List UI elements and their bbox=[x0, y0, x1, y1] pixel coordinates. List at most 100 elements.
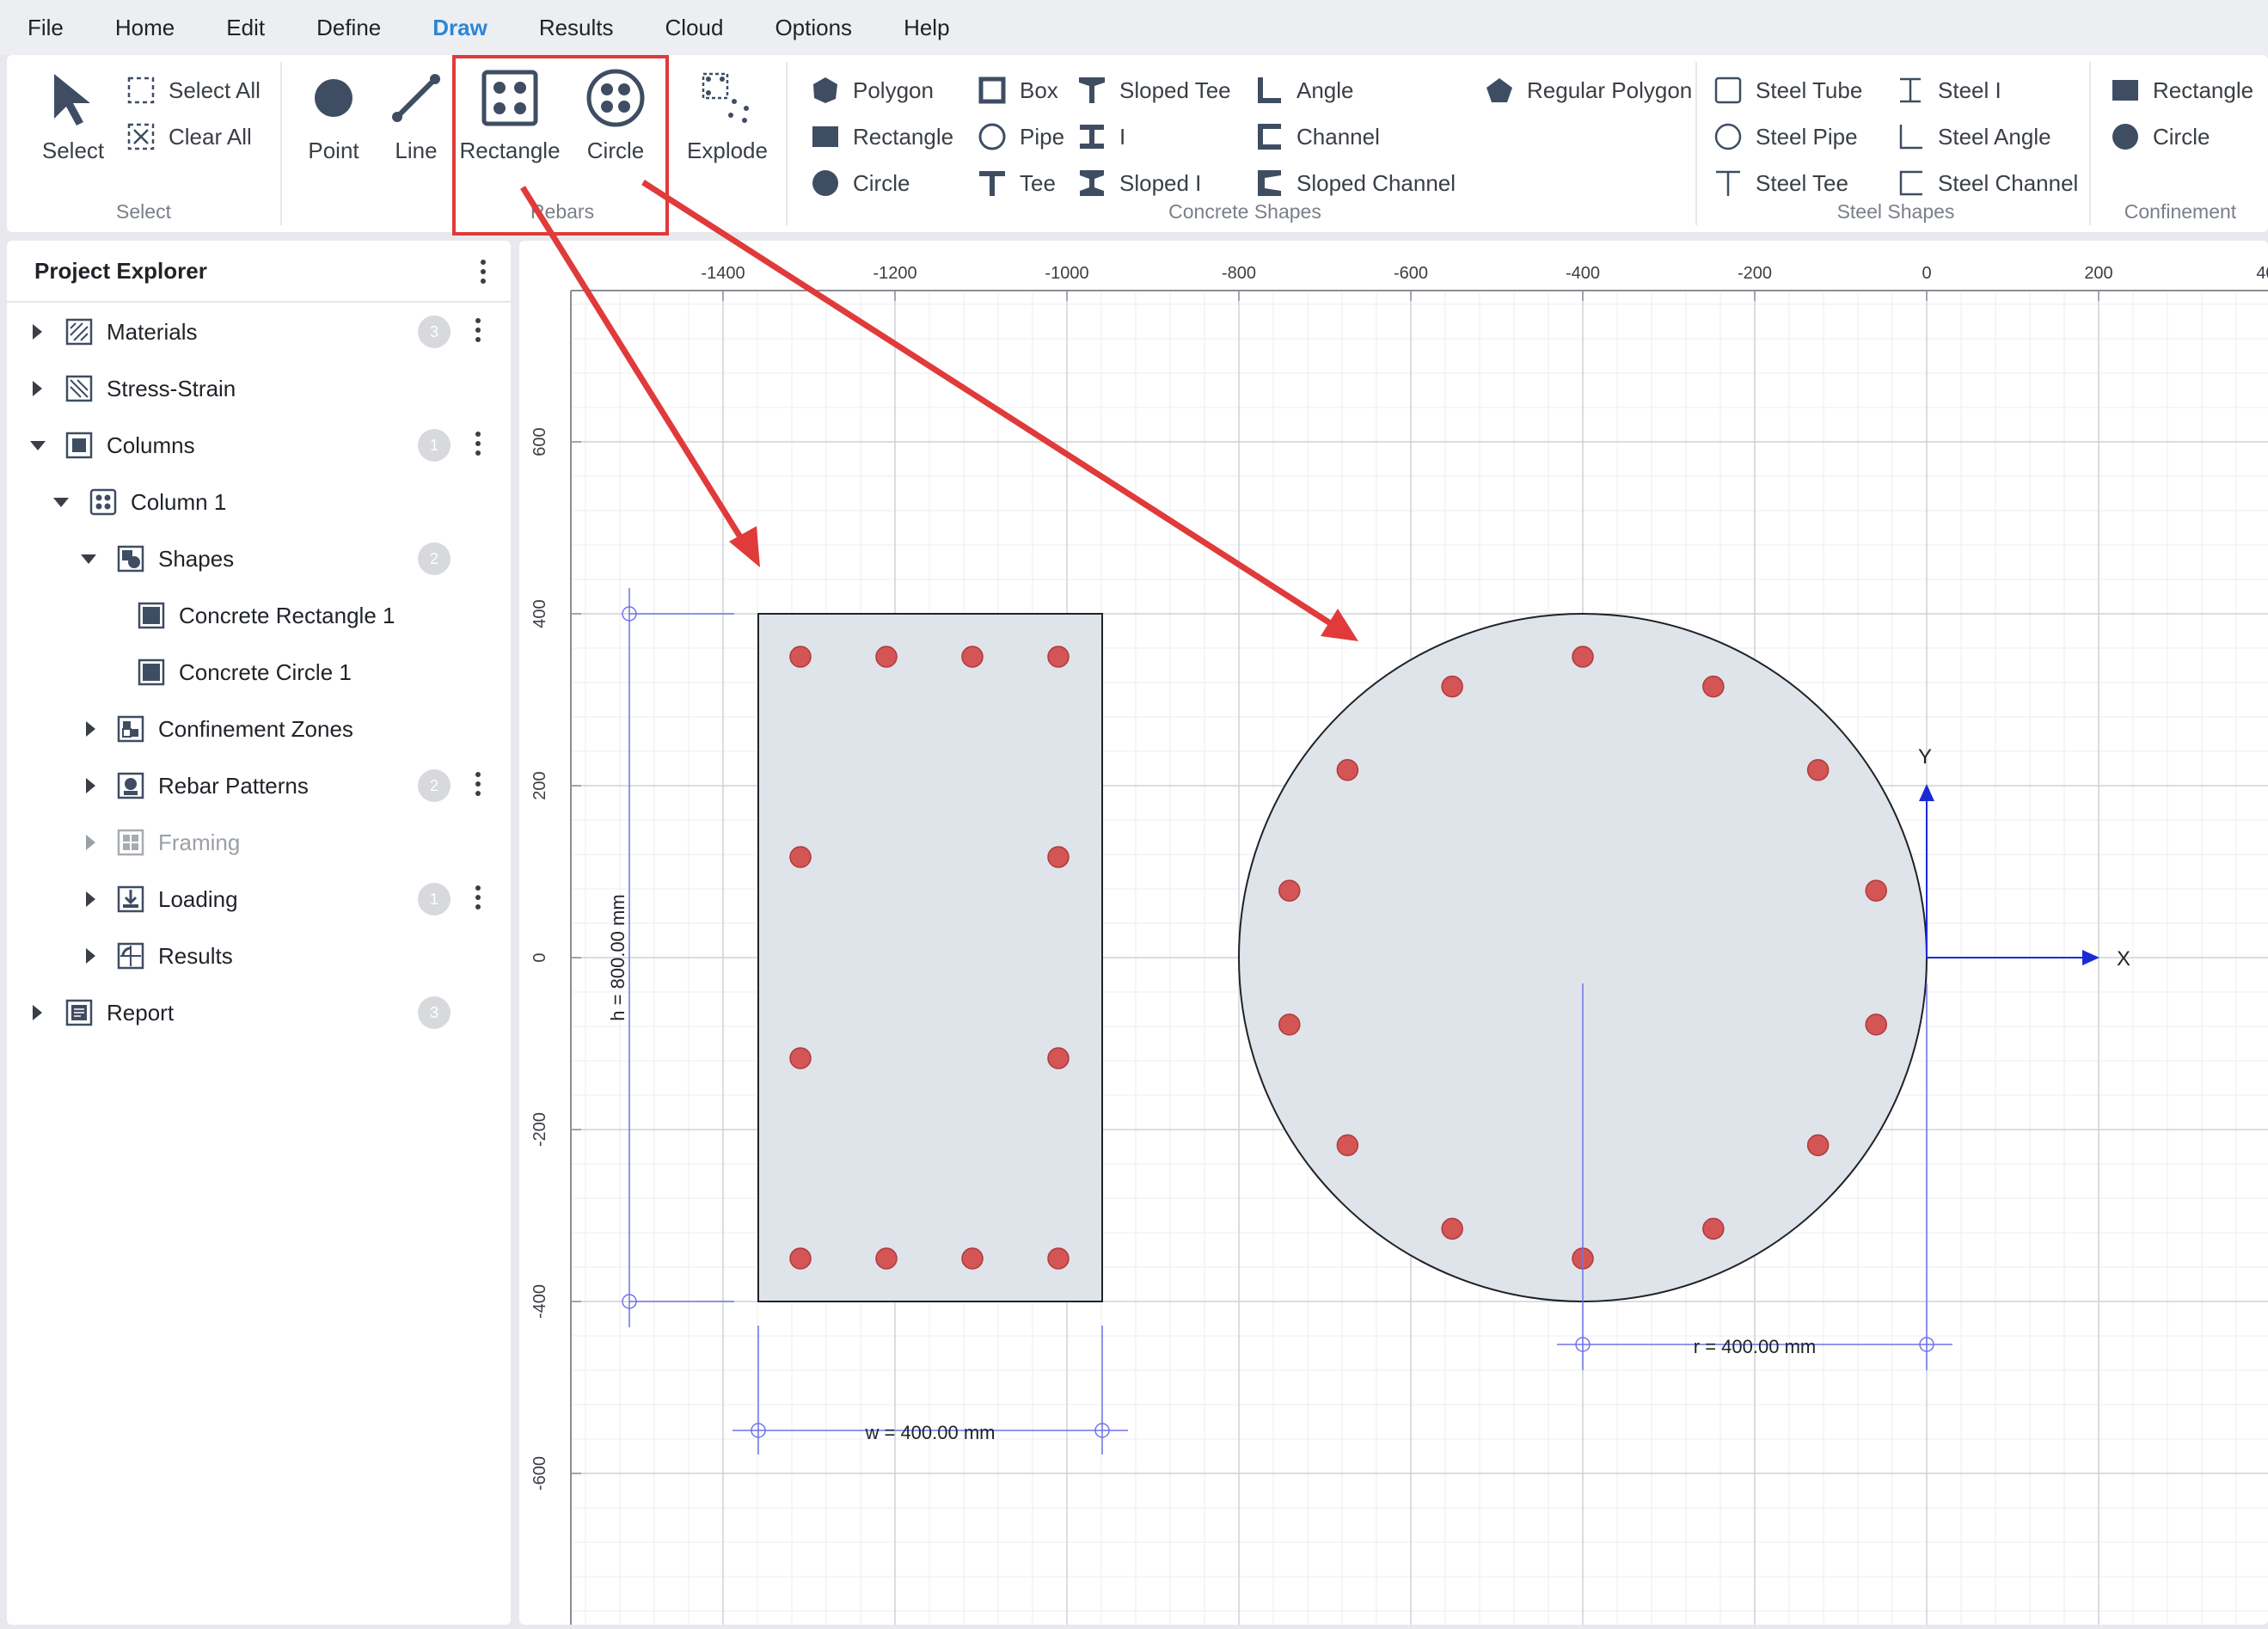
point-button[interactable]: Point bbox=[291, 67, 377, 164]
expand-icon[interactable] bbox=[86, 778, 95, 793]
rebar bbox=[1806, 759, 1830, 781]
concrete-rectangle-button[interactable]: Rectangle bbox=[810, 119, 953, 155]
rebar-rectangle-icon bbox=[481, 70, 538, 126]
concrete-pipe-button[interactable]: Pipe bbox=[977, 119, 1064, 155]
concrete-i-button[interactable]: I bbox=[1076, 119, 1125, 155]
tree-item-rebar-patterns[interactable]: Rebar Patterns 2 bbox=[7, 760, 511, 811]
kebab-menu-icon[interactable] bbox=[480, 260, 487, 287]
rebar bbox=[1806, 1134, 1830, 1156]
steel-i-icon bbox=[1900, 77, 1921, 103]
menu-bar: File Home Edit Define Draw Results Cloud… bbox=[0, 0, 2268, 55]
expand-icon[interactable] bbox=[86, 891, 95, 907]
i-beam-icon bbox=[1080, 125, 1104, 149]
menu-file[interactable]: File bbox=[0, 0, 89, 55]
steel-i-button[interactable]: Steel I bbox=[1895, 72, 2001, 108]
section-drawing[interactable]: -1400 -1200 -1000 -800 -600 -400 -200 0 200 400 6… bbox=[519, 241, 2268, 1625]
concrete-polygon-button[interactable]: Polygon bbox=[810, 72, 934, 108]
menu-draw[interactable]: Draw bbox=[407, 0, 513, 55]
explode-button[interactable]: Explode bbox=[676, 67, 779, 164]
tree-item-confinement-zones[interactable]: Confinement Zones bbox=[7, 703, 511, 755]
x-tick-label: 0 bbox=[1922, 264, 1931, 283]
rebar-patterns-icon bbox=[117, 772, 144, 799]
select-all-button[interactable]: Select All bbox=[126, 72, 261, 108]
menu-edit[interactable]: Edit bbox=[200, 0, 291, 55]
menu-home[interactable]: Home bbox=[89, 0, 200, 55]
collapse-icon[interactable] bbox=[81, 554, 96, 564]
menu-options[interactable]: Options bbox=[749, 0, 878, 55]
expand-icon[interactable] bbox=[33, 381, 42, 396]
concrete-box-button[interactable]: Box bbox=[977, 72, 1058, 108]
concrete-sloped-i-button[interactable]: Sloped I bbox=[1076, 165, 1201, 201]
concrete-tee-button[interactable]: Tee bbox=[977, 165, 1056, 201]
concrete-circle-button[interactable]: Circle bbox=[810, 165, 910, 201]
tree-item-stress-strain[interactable]: Stress-Strain bbox=[7, 363, 511, 414]
line-button[interactable]: Line bbox=[375, 67, 457, 164]
rebars-group: Rectangle Circle Rebars bbox=[454, 55, 671, 232]
concrete-regular-polygon-button[interactable]: Regular Polygon bbox=[1484, 72, 1692, 108]
tree-item-materials[interactable]: Materials 3 bbox=[7, 306, 511, 358]
kebab-menu-icon[interactable] bbox=[475, 772, 481, 799]
steel-angle-button[interactable]: Steel Angle bbox=[1895, 119, 2051, 155]
expand-icon[interactable] bbox=[86, 721, 95, 737]
concrete-sloped-channel-button[interactable]: Sloped Channel bbox=[1254, 165, 1456, 201]
tree-item-report[interactable]: Report 3 bbox=[7, 987, 511, 1038]
tree-item-loading[interactable]: Loading 1 bbox=[7, 873, 511, 925]
kebab-menu-icon[interactable] bbox=[475, 318, 481, 346]
concrete-channel-button[interactable]: Channel bbox=[1254, 119, 1380, 155]
kebab-menu-icon[interactable] bbox=[475, 885, 481, 913]
steel-tee-button[interactable]: Steel Tee bbox=[1713, 165, 1848, 201]
tree-item-columns[interactable]: Columns 1 bbox=[7, 419, 511, 471]
tree-item-column-1[interactable]: Column 1 bbox=[7, 476, 511, 528]
rebar-circle-button[interactable]: Circle bbox=[566, 67, 665, 164]
collapse-icon[interactable] bbox=[30, 441, 46, 450]
sloped-channel-icon bbox=[1258, 170, 1281, 196]
tree-item-results[interactable]: Results bbox=[7, 930, 511, 982]
rebar bbox=[789, 1047, 812, 1069]
steel-pipe-button[interactable]: Steel Pipe bbox=[1713, 119, 1858, 155]
steel-shapes-group-label: Steel Shapes bbox=[1836, 200, 1955, 223]
confinement-rectangle-button[interactable]: Rectangle bbox=[2110, 72, 2253, 108]
concrete-rectangle-section[interactable] bbox=[757, 613, 1103, 1302]
expand-icon[interactable] bbox=[33, 324, 42, 340]
steel-tube-button[interactable]: Steel Tube bbox=[1713, 72, 1862, 108]
rebar-rectangle-button[interactable]: Rectangle bbox=[454, 67, 566, 164]
rebar bbox=[1047, 1247, 1070, 1270]
rebar bbox=[1047, 846, 1070, 868]
pentagon-icon bbox=[1486, 78, 1512, 102]
ribbon-separator bbox=[280, 62, 282, 225]
rebar bbox=[1336, 759, 1359, 781]
select-button[interactable]: Select bbox=[22, 67, 124, 164]
x-tick-label: -1400 bbox=[701, 264, 745, 283]
clear-all-button[interactable]: Clear All bbox=[126, 119, 252, 155]
menu-cloud[interactable]: Cloud bbox=[640, 0, 750, 55]
count-badge: 1 bbox=[418, 429, 451, 462]
tree-item-concrete-circle-1[interactable]: Concrete Circle 1 bbox=[7, 646, 511, 698]
cursor-arrow-icon bbox=[54, 74, 90, 126]
filled-circle-icon bbox=[812, 170, 838, 196]
menu-results[interactable]: Results bbox=[513, 0, 640, 55]
materials-icon bbox=[65, 318, 93, 346]
y-tick-label: -400 bbox=[530, 1284, 549, 1319]
menu-define[interactable]: Define bbox=[291, 0, 407, 55]
steel-channel-icon bbox=[1899, 170, 1922, 196]
tree-item-concrete-rectangle-1[interactable]: Concrete Rectangle 1 bbox=[7, 590, 511, 641]
kebab-menu-icon[interactable] bbox=[475, 432, 481, 459]
concrete-sloped-tee-button[interactable]: Sloped Tee bbox=[1076, 72, 1231, 108]
menu-help[interactable]: Help bbox=[878, 0, 975, 55]
expand-icon[interactable] bbox=[86, 948, 95, 964]
select-group: Select Select All Clear All Select bbox=[7, 55, 280, 232]
tree-item-framing[interactable]: Framing bbox=[7, 817, 511, 868]
rebar bbox=[1336, 1134, 1359, 1156]
concrete-angle-button[interactable]: Angle bbox=[1254, 72, 1354, 108]
steel-channel-button[interactable]: Steel Channel bbox=[1895, 165, 2078, 201]
tree-item-shapes[interactable]: Shapes 2 bbox=[7, 533, 511, 585]
expand-icon[interactable] bbox=[86, 835, 95, 850]
expand-icon[interactable] bbox=[33, 1005, 42, 1020]
collapse-icon[interactable] bbox=[53, 498, 69, 507]
rebar bbox=[1047, 646, 1070, 668]
select-group-label: Select bbox=[116, 200, 171, 223]
angle-icon bbox=[1258, 77, 1281, 103]
confinement-circle-button[interactable]: Circle bbox=[2110, 119, 2210, 155]
drawing-canvas[interactable]: -1400 -1200 -1000 -800 -600 -400 -200 0 200 400 6… bbox=[519, 241, 2268, 1625]
count-badge: 3 bbox=[418, 315, 451, 348]
